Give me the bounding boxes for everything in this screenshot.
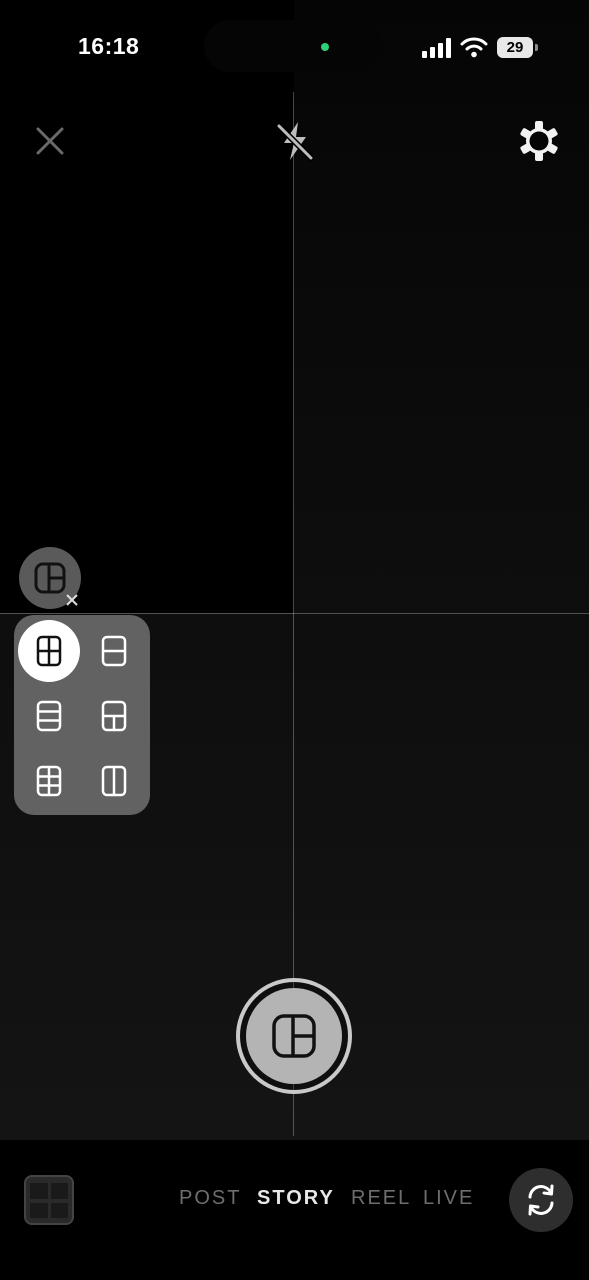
layout-icon: [272, 1014, 316, 1058]
top-one-bottom-two-icon: [101, 700, 127, 732]
mode-story[interactable]: STORY: [257, 1187, 335, 1210]
camera-viewfinder[interactable]: [0, 0, 589, 1140]
layout-grid-line-horizontal: [0, 613, 589, 614]
battery-level: 29: [497, 37, 533, 58]
wifi-icon: [460, 37, 488, 58]
battery-tip: [535, 44, 538, 51]
mode-live[interactable]: LIVE: [423, 1187, 474, 1210]
close-button[interactable]: [30, 121, 70, 161]
split-horizontal-2-icon: [101, 635, 127, 667]
layout-cell-top-left: [0, 0, 294, 613]
flash-off-icon: [276, 122, 314, 161]
grid-2x2-icon: [36, 635, 62, 667]
mode-reel[interactable]: REEL: [351, 1187, 411, 1210]
layout-option-split-horizontal-2[interactable]: [83, 620, 145, 682]
settings-gear-icon: [520, 121, 558, 161]
split-vertical-2-icon: [101, 765, 127, 797]
flip-camera-button[interactable]: [509, 1168, 573, 1232]
layout-option-top-one-bottom-two[interactable]: [83, 685, 145, 747]
layout-options-panel: [14, 615, 150, 815]
layout-option-grid-2x2[interactable]: [18, 620, 80, 682]
mode-post[interactable]: POST: [179, 1187, 241, 1210]
status-time: 16:18: [78, 33, 140, 59]
shutter-button[interactable]: [236, 978, 352, 1094]
flash-toggle-button[interactable]: [272, 118, 318, 164]
signal-icon: [422, 38, 451, 58]
battery-icon: 29: [497, 37, 539, 58]
close-layout-icon[interactable]: [62, 590, 82, 610]
shutter-inner: [246, 988, 342, 1084]
layout-option-split-horizontal-3[interactable]: [18, 685, 80, 747]
layout-option-split-vertical-2[interactable]: [83, 750, 145, 812]
camera-in-use-indicator: [321, 43, 329, 51]
mode-selector: POST STORY REEL LIVE: [0, 1187, 589, 1213]
layout-option-grid-2x3[interactable]: [18, 750, 80, 812]
flip-camera-icon: [528, 1184, 554, 1216]
close-icon: [36, 127, 64, 155]
grid-2x3-icon: [36, 765, 62, 797]
settings-button[interactable]: [516, 118, 562, 164]
dynamic-island: [204, 20, 382, 72]
split-horizontal-3-icon: [36, 700, 62, 732]
